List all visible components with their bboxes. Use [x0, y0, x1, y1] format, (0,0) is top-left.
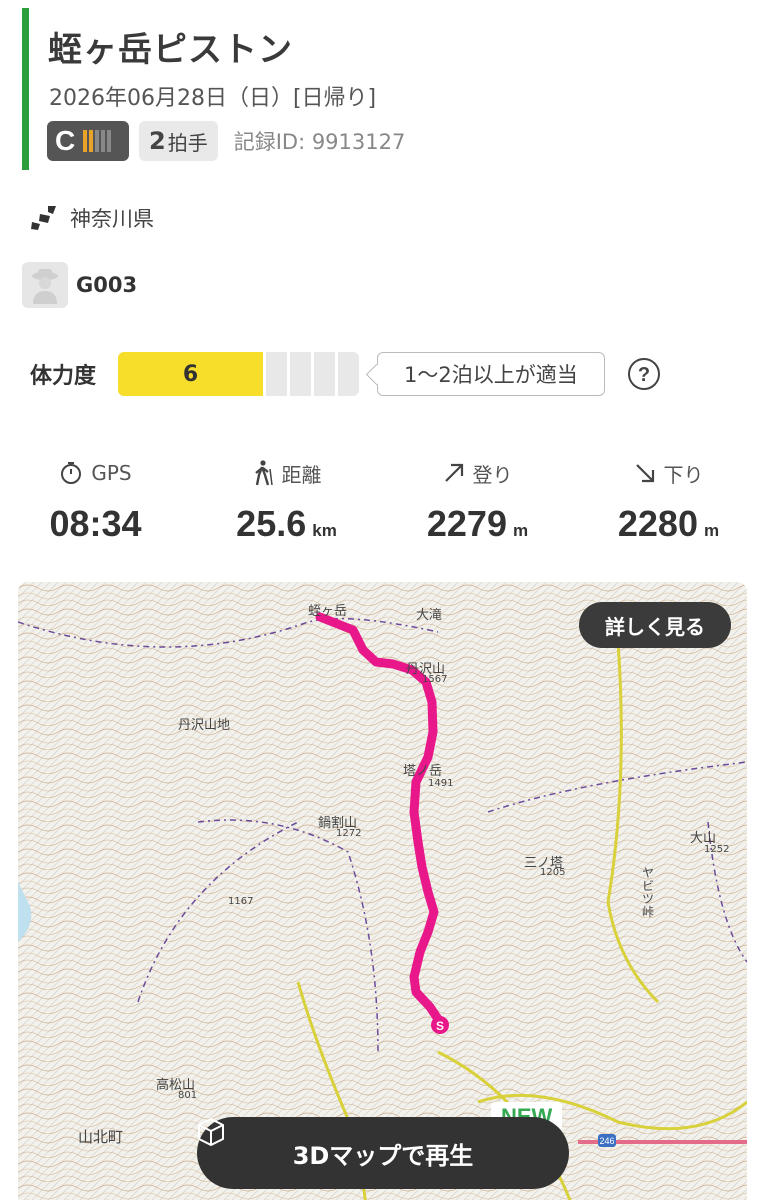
clap-label: 拍手 — [167, 130, 208, 155]
stamina-segment — [290, 352, 311, 396]
map-label-yabitsu: ヤビツ峠 — [642, 866, 655, 919]
clap-count: 2 — [149, 127, 166, 155]
start-label: S — [436, 1019, 444, 1033]
stat-label: 下り — [663, 462, 704, 487]
arrow-down-right-icon — [635, 464, 654, 483]
stat-label: GPS — [91, 461, 132, 485]
grade-level-bars — [83, 130, 111, 152]
arrow-up-right-icon — [444, 463, 463, 482]
play-3d-map-button[interactable]: 3Dマップで再生 — [197, 1117, 569, 1189]
map-label-tanzawa: 丹沢山地 — [178, 718, 231, 733]
walker-icon — [254, 460, 273, 486]
prefecture-name: 神奈川県 — [70, 207, 154, 231]
grade-letter: C — [55, 125, 76, 156]
stat-label: 登り — [472, 462, 513, 487]
stat-value: 25.6 — [236, 503, 307, 544]
stat-value: 08:34 — [49, 503, 142, 544]
map-label-hinoki-elev: 1167 — [228, 896, 254, 907]
stamina-value: 6 — [118, 352, 263, 396]
stats-row: GPS 08:34 距離 25.6 km 登り 2279 m 下り 2280 m — [0, 455, 765, 555]
map-label-san-elev: 1205 — [540, 867, 566, 878]
stamina-label: 体力度 — [30, 364, 97, 389]
clap-badge[interactable]: 2 拍手 — [139, 121, 218, 161]
stat-gps: GPS 08:34 — [0, 455, 191, 545]
map-label-ohora: 大滝 — [416, 608, 443, 623]
stat-unit: m — [512, 521, 529, 540]
stamina-bar: 6 — [118, 352, 359, 396]
map-canvas: S 246 — [18, 582, 747, 1200]
map-label-tou-elev: 1491 — [428, 778, 454, 789]
prefecture-row[interactable]: 神奈川県 — [28, 202, 154, 234]
question-icon[interactable]: ? — [627, 357, 661, 391]
map-label-kazawa-elev: 1567 — [422, 674, 448, 685]
map-label-nabe-elev: 1272 — [336, 828, 362, 839]
stamina-row: 体力度 6 1〜2泊以上が適当 ? — [30, 352, 661, 396]
grade-bar — [89, 130, 93, 152]
stat-descent: 下り 2280 m — [573, 455, 764, 545]
badge-row: C 2 拍手 記録ID: 9913127 — [47, 121, 405, 161]
grade-bar — [83, 130, 87, 152]
stat-unit: km — [312, 521, 337, 540]
stat-distance: 距離 25.6 km — [191, 455, 382, 545]
detail-button[interactable]: 詳しく見る — [579, 602, 731, 648]
stamina-segment — [314, 352, 335, 396]
stopwatch-icon — [61, 462, 82, 484]
user-name: G003 — [76, 273, 138, 297]
stat-value: 2280 — [617, 503, 698, 544]
grade-bar — [101, 130, 105, 152]
grade-bar — [95, 130, 99, 152]
stat-value: 2279 — [426, 503, 507, 544]
map-label-oyama-elev: 1252 — [704, 844, 730, 855]
grade-badge[interactable]: C — [47, 121, 129, 161]
record-date: 2026年06月28日（日）[日帰り] — [49, 86, 377, 111]
stat-ascent: 登り 2279 m — [382, 455, 573, 545]
map-label-tou: 塔ノ岳 — [403, 764, 443, 779]
svg-text:?: ? — [638, 364, 650, 386]
stamina-segment — [338, 352, 359, 396]
user-row[interactable]: G003 — [22, 262, 137, 308]
route-map[interactable]: S 246 蛭ヶ岳 大滝 丹沢山 1567 丹沢山地 塔ノ岳 1491 鍋割山 … — [18, 582, 747, 1200]
stat-unit: m — [703, 521, 720, 540]
cube-icon — [198, 1118, 224, 1146]
map-pin-icon — [31, 206, 56, 230]
record-header: 蛭ヶ岳ピストン 2026年06月28日（日）[日帰り] C 2 拍手 記録ID:… — [22, 8, 742, 170]
play-3d-label: 3Dマップで再生 — [292, 1141, 474, 1170]
route-number: 246 — [599, 1136, 614, 1146]
hiker-avatar-icon — [22, 262, 68, 308]
stat-label: 距離 — [281, 462, 322, 487]
record-id: 記録ID: 9913127 — [233, 130, 406, 154]
grade-bar — [107, 130, 111, 152]
record-title: 蛭ヶ岳ピストン — [48, 30, 293, 70]
map-label-takamatsu-elev: 801 — [178, 1090, 198, 1101]
map-label-hiru: 蛭ヶ岳 — [308, 604, 348, 619]
stamina-note: 1〜2泊以上が適当 — [377, 352, 605, 396]
map-label-yamakita: 山北町 — [78, 1128, 124, 1146]
stamina-segment — [266, 352, 287, 396]
